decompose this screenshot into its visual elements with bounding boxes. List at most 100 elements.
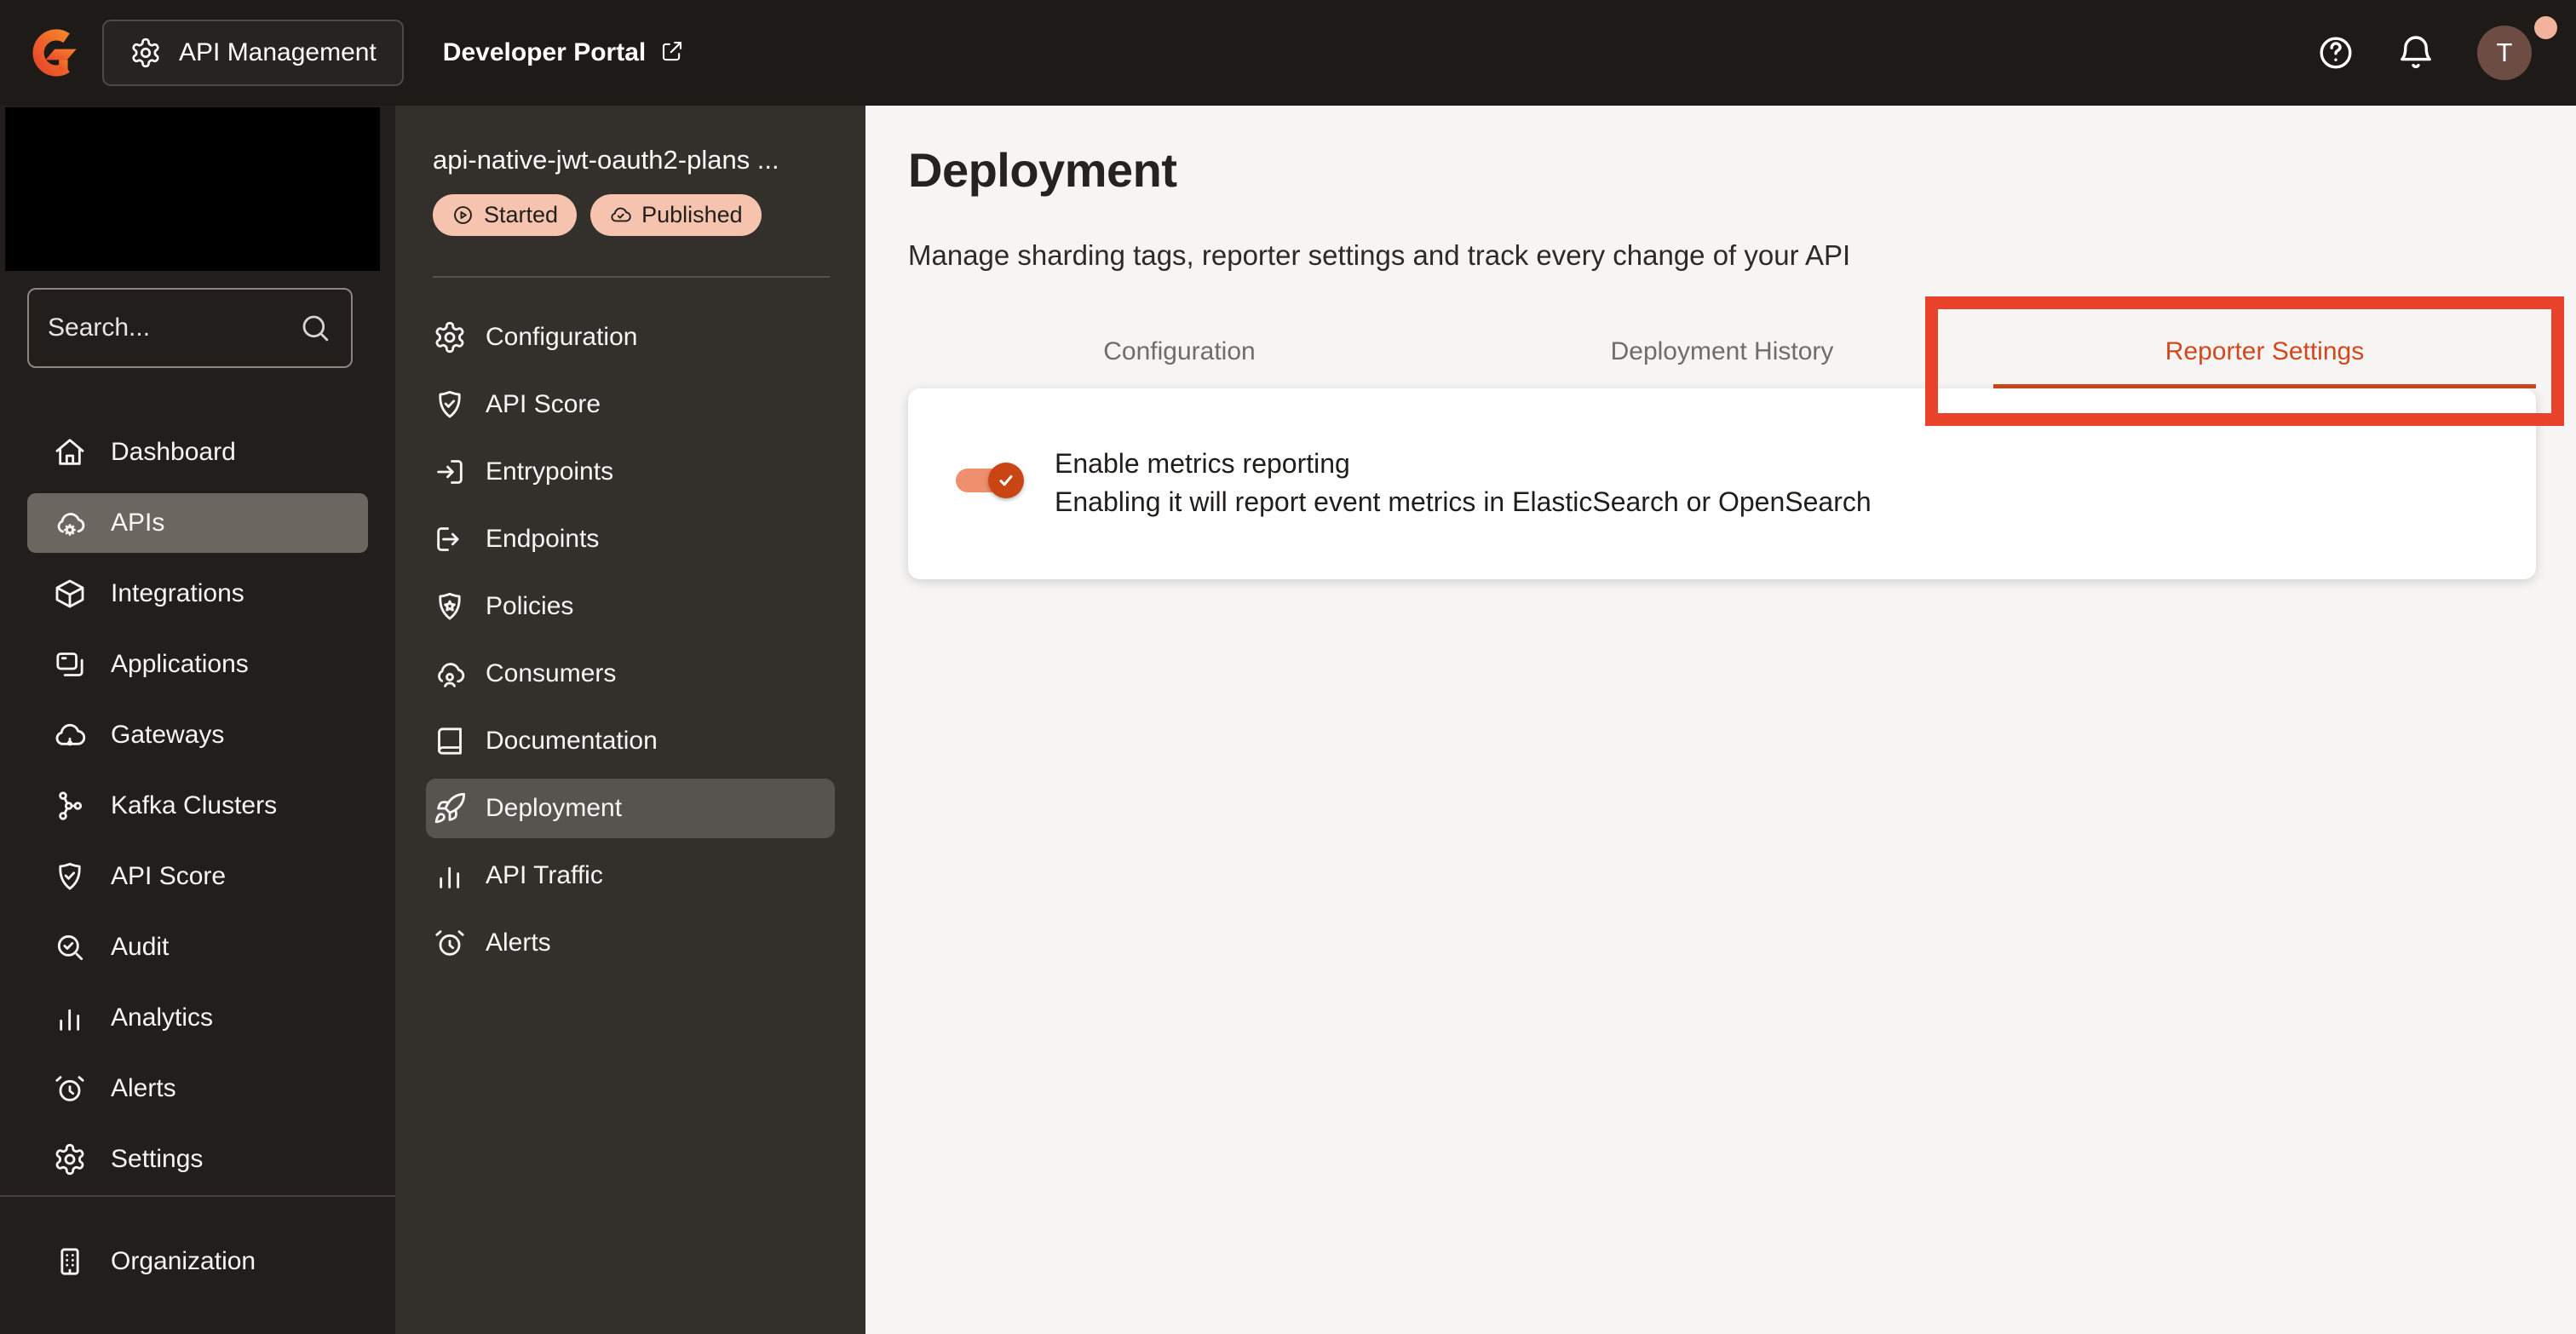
sidebar-nav: Dashboard APIs Integrations Applications Gat…	[27, 423, 368, 1200]
layout: Dashboard APIs Integrations Applications Gat…	[0, 106, 2576, 1334]
sidebar-item-label: Organization	[111, 1247, 256, 1275]
page: API Management Developer Portal T Dashbo…	[0, 0, 2576, 1334]
metrics-toggle[interactable]	[956, 463, 1024, 498]
sidebar-item-integrations[interactable]: Integrations	[27, 564, 368, 624]
api-menu-item-consumers[interactable]: Consumers	[426, 644, 835, 704]
api-sidebar: api-native-jwt-oauth2-plans ... Started P…	[395, 106, 865, 1334]
status-badge-started: Started	[433, 194, 578, 236]
api-menu-item-label: API Traffic	[486, 861, 603, 889]
api-menu-item-policies[interactable]: Policies	[426, 577, 835, 636]
alarm-clock-icon	[53, 1072, 87, 1106]
sidebar-item-label: Alerts	[111, 1074, 176, 1102]
sidebar-item-alerts[interactable]: Alerts	[27, 1059, 368, 1118]
sidebar-search	[27, 288, 353, 368]
app-switcher-button[interactable]: API Management	[102, 20, 404, 86]
app-switcher-label: API Management	[179, 38, 377, 66]
avatar-status-dot	[2534, 16, 2557, 39]
sidebar-item-label: Audit	[111, 933, 170, 961]
play-circle-icon	[451, 204, 474, 227]
gear-icon	[433, 320, 467, 354]
avatar-initial: T	[2496, 37, 2513, 67]
gravitee-logo	[32, 25, 80, 81]
api-menu-item-label: Endpoints	[486, 525, 600, 553]
sidebar-item-dashboard[interactable]: Dashboard	[27, 423, 368, 482]
sidebar-item-api-score[interactable]: API Score	[27, 847, 368, 906]
cube-icon	[53, 577, 87, 611]
sidebar-item-applications[interactable]: Applications	[27, 635, 368, 694]
sidebar-item-settings[interactable]: Settings	[27, 1130, 368, 1189]
status-badge-published: Published	[590, 194, 762, 236]
help-button[interactable]	[2315, 32, 2356, 73]
alarm-clock-icon	[433, 926, 467, 960]
sidebar-item-label: Settings	[111, 1145, 204, 1173]
workspace-logo-image	[5, 107, 380, 271]
api-nav: Configuration API Score Entrypoints Endpoin…	[426, 308, 835, 980]
search-input[interactable]	[48, 313, 298, 342]
api-menu-item-label: Entrypoints	[486, 457, 614, 486]
api-sidebar-divider	[433, 276, 830, 278]
api-menu-item-label: Policies	[486, 592, 574, 620]
page-subtitle: Manage sharding tags, reporter settings …	[908, 239, 1851, 271]
api-menu-item-endpoints[interactable]: Endpoints	[426, 509, 835, 569]
api-menu-item-label: Deployment	[486, 794, 623, 822]
tab-deployment-history[interactable]: Deployment History	[1451, 315, 1993, 388]
gear-icon	[129, 37, 162, 69]
gear-icon	[53, 1142, 87, 1176]
top-bar: API Management Developer Portal T	[0, 0, 2576, 106]
bar-chart-icon	[53, 1001, 87, 1035]
tab-reporter-settings[interactable]: Reporter Settings	[1993, 315, 2536, 388]
external-link-icon	[659, 38, 685, 64]
api-menu-item-label: Consumers	[486, 659, 617, 687]
home-icon	[53, 435, 87, 469]
api-menu-item-api-traffic[interactable]: API Traffic	[426, 846, 835, 906]
search-icon	[298, 311, 332, 345]
arrow-out-box-icon	[433, 522, 467, 556]
toggle-text: Enable metrics reporting Enabling it wil…	[1055, 445, 1872, 521]
toggle-description: Enabling it will report event metrics in…	[1055, 486, 1872, 517]
sidebar-item-kafka-clusters[interactable]: Kafka Clusters	[27, 776, 368, 836]
sidebar-divider	[0, 1195, 395, 1197]
sidebar-item-label: Analytics	[111, 1003, 214, 1032]
reporter-settings-card: Enable metrics reporting Enabling it wil…	[908, 388, 2536, 579]
user-avatar[interactable]: T	[2477, 16, 2557, 80]
sidebar-item-apis[interactable]: APIs	[27, 493, 368, 553]
rocket-icon	[433, 791, 467, 825]
sidebar-item-gateways[interactable]: Gateways	[27, 705, 368, 765]
api-status-badges: Started Published	[433, 194, 762, 236]
toggle-thumb	[988, 463, 1024, 498]
sidebar-footer-nav: Organization	[27, 1232, 368, 1302]
shield-check-icon	[433, 388, 467, 422]
bar-chart-icon	[433, 859, 467, 893]
kafka-icon	[53, 789, 87, 823]
cloud-icon	[53, 718, 87, 752]
sidebar-item-label: APIs	[111, 509, 165, 537]
api-menu-item-entrypoints[interactable]: Entrypoints	[426, 442, 835, 502]
developer-portal-link[interactable]: Developer Portal	[443, 38, 685, 67]
search-check-icon	[53, 930, 87, 964]
metrics-toggle-row: Enable metrics reporting Enabling it wil…	[956, 445, 1872, 521]
check-icon	[995, 469, 1017, 492]
tabs: Configuration Deployment History Reporter …	[908, 315, 2536, 388]
sidebar-item-label: Kafka Clusters	[111, 791, 278, 819]
sidebar-item-label: Gateways	[111, 721, 225, 749]
api-menu-item-label: Alerts	[486, 929, 551, 957]
sidebar-item-audit[interactable]: Audit	[27, 917, 368, 977]
api-name: api-native-jwt-oauth2-plans ...	[433, 145, 779, 175]
api-menu-item-deployment[interactable]: Deployment	[426, 779, 835, 838]
arrow-in-box-icon	[433, 455, 467, 489]
topbar-actions: T	[2276, 16, 2557, 80]
api-menu-item-documentation[interactable]: Documentation	[426, 711, 835, 771]
main-sidebar: Dashboard APIs Integrations Applications Gat…	[0, 106, 395, 1334]
api-menu-item-configuration[interactable]: Configuration	[426, 308, 835, 367]
api-menu-item-api-score[interactable]: API Score	[426, 375, 835, 434]
notifications-button[interactable]	[2395, 32, 2436, 73]
sidebar-item-analytics[interactable]: Analytics	[27, 988, 368, 1048]
sidebar-item-label: Integrations	[111, 579, 244, 607]
book-icon	[433, 724, 467, 758]
tab-configuration[interactable]: Configuration	[908, 315, 1451, 388]
developer-portal-label: Developer Portal	[442, 38, 647, 66]
sidebar-item-organization[interactable]: Organization	[27, 1232, 368, 1291]
api-menu-item-alerts[interactable]: Alerts	[426, 913, 835, 973]
status-badge-label: Published	[641, 202, 743, 227]
sidebar-item-label: Applications	[111, 650, 249, 678]
